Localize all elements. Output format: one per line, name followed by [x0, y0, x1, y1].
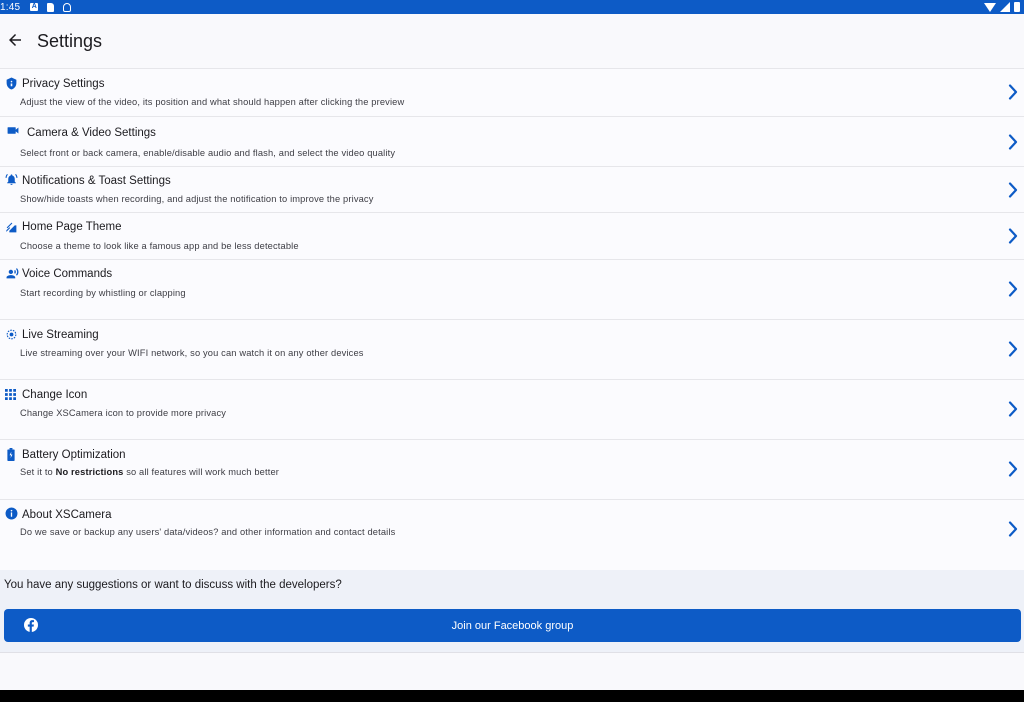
status-bar: 1:45 A: [0, 0, 1024, 14]
settings-item-subtitle: Select front or back camera, enable/disa…: [20, 148, 396, 158]
settings-item-home-theme[interactable]: Home Page Theme Choose a theme to look l…: [0, 212, 1024, 259]
chevron-right-icon: [1008, 281, 1018, 297]
developer-contact-section: You have any suggestions or want to disc…: [0, 570, 1024, 653]
battery-status-icon: [1014, 2, 1020, 12]
facebook-icon: [24, 618, 38, 632]
settings-item-subtitle: Set it to No restrictions so all feature…: [20, 467, 280, 477]
grid-icon: [5, 389, 16, 400]
settings-item-title: About XSCamera: [22, 509, 112, 521]
voice-icon: [6, 268, 19, 279]
chevron-right-icon: [1008, 84, 1018, 100]
system-navigation-bar: [0, 690, 1024, 702]
settings-item-notifications[interactable]: Notifications & Toast Settings Show/hide…: [0, 166, 1024, 212]
shield-icon: [6, 77, 17, 90]
chevron-right-icon: [1008, 228, 1018, 244]
settings-item-change-icon[interactable]: Change Icon Change XSCamera icon to prov…: [0, 379, 1024, 439]
settings-item-title: Battery Optimization: [22, 449, 126, 461]
settings-item-title: Live Streaming: [22, 329, 99, 341]
chevron-right-icon: [1008, 182, 1018, 198]
theme-icon: [6, 222, 17, 233]
status-time: 1:45: [0, 1, 21, 13]
page-title: Settings: [37, 31, 103, 51]
settings-item-subtitle: Show/hide toasts when recording, and adj…: [20, 194, 374, 204]
streaming-icon: [6, 329, 17, 340]
bell-icon: [5, 174, 18, 185]
facebook-button-label: Join our Facebook group: [451, 619, 574, 632]
divider: [0, 652, 1024, 653]
settings-item-subtitle: Adjust the view of the video, its positi…: [20, 97, 405, 107]
settings-item-privacy[interactable]: Privacy Settings Adjust the view of the …: [0, 68, 1024, 116]
settings-item-live-streaming[interactable]: Live Streaming Live streaming over your …: [0, 319, 1024, 379]
status-notification-icons: A: [30, 2, 72, 12]
chevron-right-icon: [1008, 401, 1018, 417]
wifi-icon: [984, 2, 996, 12]
settings-item-subtitle: Do we save or backup any users' data/vid…: [20, 527, 396, 537]
settings-item-about[interactable]: About XSCamera Do we save or backup any …: [0, 499, 1024, 571]
settings-item-camera-video[interactable]: Camera & Video Settings Select front or …: [0, 116, 1024, 166]
settings-item-battery-optimization[interactable]: Battery Optimization Set it to No restri…: [0, 439, 1024, 499]
chevron-right-icon: [1008, 134, 1018, 150]
settings-item-title: Notifications & Toast Settings: [22, 175, 171, 187]
settings-item-title: Privacy Settings: [22, 78, 105, 90]
android-icon: [63, 2, 72, 12]
back-arrow-icon[interactable]: [6, 31, 24, 49]
join-facebook-group-button[interactable]: Join our Facebook group: [4, 609, 1021, 642]
chevron-right-icon: [1008, 341, 1018, 357]
settings-item-title: Change Icon: [22, 389, 88, 401]
video-camera-icon: [7, 127, 19, 134]
status-system-icons: [984, 1, 1020, 13]
chevron-right-icon: [1008, 521, 1018, 537]
settings-item-title: Camera & Video Settings: [27, 127, 156, 139]
settings-list: Privacy Settings Adjust the view of the …: [0, 68, 1024, 571]
settings-item-subtitle: Change XSCamera icon to provide more pri…: [20, 408, 227, 418]
chevron-right-icon: [1008, 461, 1018, 477]
battery-icon: [7, 448, 15, 461]
info-icon: [5, 507, 18, 520]
settings-item-subtitle: Start recording by whistling or clapping: [20, 288, 186, 298]
settings-item-title: Home Page Theme: [22, 221, 122, 233]
app-bar: Settings: [0, 14, 1024, 68]
highlight-text: No restrictions: [55, 467, 124, 477]
settings-item-title: Voice Commands: [22, 268, 113, 280]
suggestion-text: You have any suggestions or want to disc…: [4, 579, 342, 591]
app-notification-icon: A: [30, 3, 39, 11]
sd-card-icon: [47, 2, 55, 12]
settings-item-subtitle: Live streaming over your WIFI network, s…: [20, 348, 364, 358]
settings-item-voice-commands[interactable]: Voice Commands Start recording by whistl…: [0, 259, 1024, 319]
settings-item-subtitle: Choose a theme to look like a famous app…: [20, 241, 299, 251]
signal-icon: [1000, 2, 1010, 12]
